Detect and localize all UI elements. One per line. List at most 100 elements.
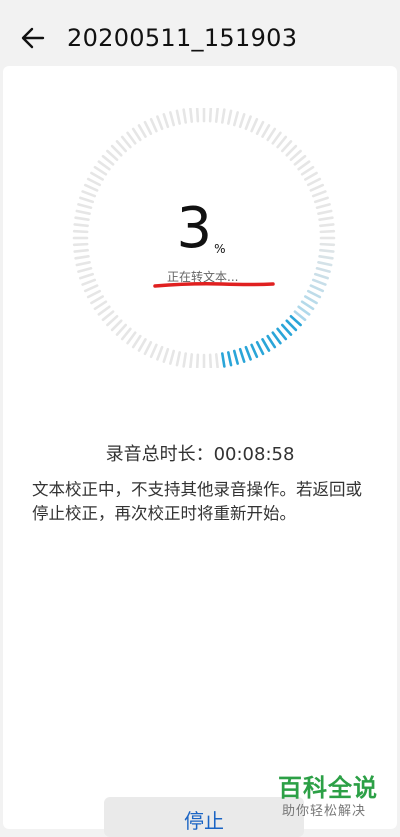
ring-tick bbox=[208, 108, 213, 123]
status-bar bbox=[0, 0, 400, 8]
ring-tick bbox=[90, 295, 104, 305]
ring-tick bbox=[195, 353, 200, 368]
ring-tick bbox=[280, 140, 293, 153]
ring-tick bbox=[81, 278, 97, 286]
watermark-title: 百科全说 bbox=[278, 774, 378, 802]
ring-tick bbox=[93, 300, 108, 311]
ring-tick bbox=[162, 113, 170, 129]
ring-tick bbox=[93, 165, 108, 176]
ring-tick bbox=[143, 120, 153, 136]
ring-tick bbox=[120, 327, 132, 341]
ring-tick bbox=[306, 177, 322, 187]
ring-tick bbox=[297, 305, 311, 316]
ring-tick bbox=[126, 131, 137, 145]
ring-tick bbox=[317, 261, 333, 267]
ring-tick bbox=[293, 154, 307, 166]
ring-tick bbox=[255, 340, 265, 356]
ring-tick bbox=[255, 120, 265, 136]
ring-tick bbox=[266, 127, 277, 142]
progress-value: 3 bbox=[176, 196, 213, 261]
ring-tick bbox=[261, 338, 271, 352]
ring-tick bbox=[238, 347, 246, 363]
ring-tick bbox=[106, 314, 119, 327]
stop-button-label: 停止 bbox=[184, 809, 224, 833]
ring-tick bbox=[169, 111, 176, 127]
ring-tick bbox=[115, 140, 128, 153]
ring-tick bbox=[182, 352, 187, 368]
ring-tick bbox=[182, 108, 187, 124]
ring-tick bbox=[156, 115, 164, 131]
progress-unit: % bbox=[214, 242, 226, 256]
ring-tick bbox=[271, 331, 282, 345]
ring-tick bbox=[126, 331, 137, 345]
ring-tick bbox=[221, 108, 226, 124]
ring-tick bbox=[313, 272, 329, 280]
ring-tick bbox=[106, 149, 119, 162]
red-underline-annotation bbox=[153, 282, 275, 288]
ring-tick bbox=[90, 171, 104, 181]
ring-tick bbox=[244, 115, 252, 131]
progress-readout: 3% bbox=[0, 196, 400, 261]
ring-tick bbox=[79, 272, 95, 280]
ring-tick bbox=[276, 135, 288, 149]
ring-tick bbox=[285, 319, 298, 332]
ring-tick bbox=[189, 108, 194, 123]
ring-tick bbox=[271, 131, 282, 145]
ring-tick bbox=[214, 108, 219, 123]
ring-tick bbox=[289, 149, 302, 162]
ring-tick bbox=[189, 353, 194, 368]
ring-tick bbox=[149, 117, 158, 133]
ring-tick bbox=[221, 352, 226, 368]
ring-tick bbox=[300, 165, 315, 176]
ring-tick bbox=[304, 295, 318, 305]
ring-tick bbox=[300, 300, 315, 311]
ring-tick bbox=[110, 319, 123, 332]
ring-tick bbox=[131, 334, 142, 349]
watermark-subtitle: 助你轻松解决 bbox=[282, 804, 367, 819]
ring-tick bbox=[149, 343, 158, 359]
ring-tick bbox=[101, 310, 115, 322]
ring-tick bbox=[195, 108, 200, 123]
ring-tick bbox=[244, 345, 252, 361]
ring-tick bbox=[266, 334, 277, 349]
ring-tick bbox=[101, 154, 115, 166]
ring-tick bbox=[83, 284, 99, 293]
ring-tick bbox=[97, 305, 111, 316]
correction-notice: 文本校正中，不支持其他录音操作。若返回或停止校正，再次校正时将重新开始。 bbox=[32, 480, 362, 523]
ring-tick bbox=[214, 353, 219, 368]
ring-tick bbox=[315, 266, 331, 273]
arrow-left-icon bbox=[21, 27, 45, 49]
watermark-logo: 百科全说 助你轻松解决 bbox=[276, 768, 388, 819]
ring-tick bbox=[120, 135, 132, 149]
ring-tick bbox=[86, 289, 102, 299]
ring-tick bbox=[110, 144, 123, 157]
ring-tick bbox=[285, 144, 298, 157]
ring-tick bbox=[75, 261, 91, 267]
ring-tick bbox=[232, 111, 239, 127]
ring-tick bbox=[232, 349, 239, 365]
ring-tick bbox=[208, 353, 213, 368]
ring-tick bbox=[169, 349, 176, 365]
ring-tick bbox=[309, 183, 325, 192]
ring-tick bbox=[280, 323, 293, 336]
ring-tick bbox=[137, 338, 147, 352]
back-button[interactable] bbox=[18, 22, 54, 54]
ring-tick bbox=[309, 284, 325, 293]
ring-tick bbox=[238, 113, 246, 129]
ring-tick bbox=[289, 314, 302, 327]
ring-tick bbox=[175, 109, 181, 125]
ring-tick bbox=[227, 351, 233, 367]
ring-tick bbox=[143, 340, 153, 356]
stop-button[interactable]: 停止 bbox=[104, 797, 304, 837]
ring-tick bbox=[297, 160, 311, 171]
ring-tick bbox=[250, 343, 259, 359]
ring-tick bbox=[311, 278, 327, 286]
ring-tick bbox=[97, 160, 111, 171]
ring-tick bbox=[115, 323, 128, 336]
ring-tick bbox=[227, 109, 233, 125]
ring-tick bbox=[137, 124, 147, 138]
ring-tick bbox=[250, 117, 259, 133]
ring-tick bbox=[175, 351, 181, 367]
ring-tick bbox=[83, 183, 99, 192]
ring-tick bbox=[293, 310, 307, 322]
